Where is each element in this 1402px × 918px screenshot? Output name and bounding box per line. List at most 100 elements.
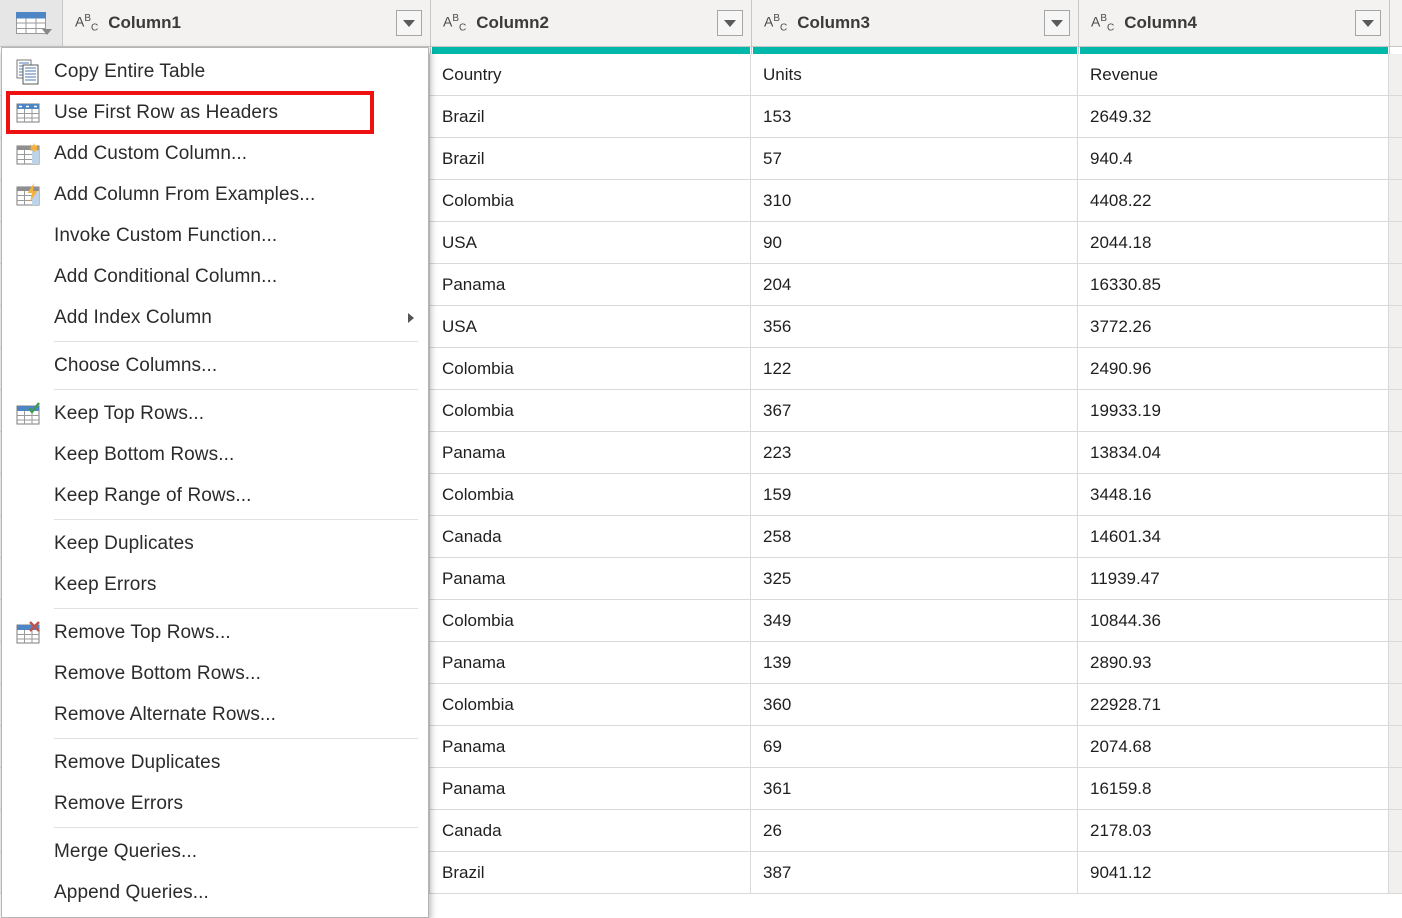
table-cell[interactable]: 26 — [751, 810, 1078, 851]
table-cell[interactable]: 19933.19 — [1078, 390, 1389, 431]
menu-item-append-queries[interactable]: Append Queries... — [2, 872, 428, 913]
table-cell[interactable]: 153 — [751, 96, 1078, 137]
row-gutter — [1389, 180, 1402, 221]
table-cell[interactable]: 9041.12 — [1078, 852, 1389, 893]
chevron-right-icon — [408, 313, 414, 323]
menu-item-remove-duplicates[interactable]: Remove Duplicates — [2, 742, 428, 783]
quality-gutter — [1390, 47, 1402, 54]
table-cell[interactable]: 349 — [751, 600, 1078, 641]
table-cell[interactable]: 69 — [751, 726, 1078, 767]
column-filter-button-column3[interactable] — [1044, 10, 1070, 36]
table-cell[interactable]: Panama — [430, 264, 751, 305]
table-cell[interactable]: Panama — [430, 558, 751, 599]
table-cell[interactable]: 159 — [751, 474, 1078, 515]
menu-item-keep-range-of-rows[interactable]: Keep Range of Rows... — [2, 475, 428, 516]
table-cell[interactable]: 2490.96 — [1078, 348, 1389, 389]
table-cell[interactable]: Panama — [430, 768, 751, 809]
table-cell[interactable]: Brazil — [430, 138, 751, 179]
column-header-column3[interactable]: ABC Column3 — [752, 0, 1079, 46]
table-cell[interactable]: Units — [751, 54, 1078, 95]
table-cell[interactable]: 360 — [751, 684, 1078, 725]
chevron-down-icon — [724, 20, 736, 27]
table-cell[interactable]: 16159.8 — [1078, 768, 1389, 809]
column-filter-button-column2[interactable] — [717, 10, 743, 36]
menu-item-keep-top-rows[interactable]: Keep Top Rows... — [2, 393, 428, 434]
menu-item-keep-errors[interactable]: Keep Errors — [2, 564, 428, 605]
table-cell[interactable]: 11939.47 — [1078, 558, 1389, 599]
menu-item-remove-alternate-rows[interactable]: Remove Alternate Rows... — [2, 694, 428, 735]
menu-item-remove-top-rows[interactable]: Remove Top Rows... — [2, 612, 428, 653]
table-cell[interactable]: 16330.85 — [1078, 264, 1389, 305]
table-cell[interactable]: 204 — [751, 264, 1078, 305]
table-context-menu[interactable]: Copy Entire TableUse First Row as Header… — [1, 47, 429, 918]
menu-item-remove-bottom-rows[interactable]: Remove Bottom Rows... — [2, 653, 428, 694]
table-cell[interactable]: Colombia — [430, 474, 751, 515]
table-cell[interactable]: Canada — [430, 810, 751, 851]
row-gutter — [1389, 54, 1402, 95]
table-cell[interactable]: 223 — [751, 432, 1078, 473]
table-cell[interactable]: 356 — [751, 306, 1078, 347]
menu-item-add-custom-column[interactable]: Add Custom Column... — [2, 133, 428, 174]
menu-item-label: Keep Bottom Rows... — [54, 444, 234, 466]
menu-item-add-index-column[interactable]: Add Index Column — [2, 297, 428, 338]
table-cell[interactable]: 22928.71 — [1078, 684, 1389, 725]
add-column-examples-icon — [2, 182, 54, 208]
table-cell[interactable]: Colombia — [430, 600, 751, 641]
menu-item-label: Remove Bottom Rows... — [54, 663, 261, 685]
table-cell[interactable]: Colombia — [430, 390, 751, 431]
table-cell[interactable]: 2074.68 — [1078, 726, 1389, 767]
table-cell[interactable]: 4408.22 — [1078, 180, 1389, 221]
table-cell[interactable]: 3448.16 — [1078, 474, 1389, 515]
table-cell[interactable]: 10844.36 — [1078, 600, 1389, 641]
table-cell[interactable]: Colombia — [430, 684, 751, 725]
menu-item-add-conditional-column[interactable]: Add Conditional Column... — [2, 256, 428, 297]
table-cell[interactable]: 310 — [751, 180, 1078, 221]
table-cell[interactable]: USA — [430, 222, 751, 263]
menu-item-merge-queries[interactable]: Merge Queries... — [2, 831, 428, 872]
table-cell[interactable]: USA — [430, 306, 751, 347]
table-cell[interactable]: 387 — [751, 852, 1078, 893]
menu-item-invoke-custom-function[interactable]: Invoke Custom Function... — [2, 215, 428, 256]
column-filter-button-column4[interactable] — [1355, 10, 1381, 36]
table-cell[interactable]: Panama — [430, 432, 751, 473]
table-cell[interactable]: 367 — [751, 390, 1078, 431]
menu-separator — [54, 389, 418, 390]
menu-item-add-column-from-examples[interactable]: Add Column From Examples... — [2, 174, 428, 215]
column-header-column4[interactable]: ABC Column4 — [1079, 0, 1390, 46]
menu-item-keep-duplicates[interactable]: Keep Duplicates — [2, 523, 428, 564]
column-filter-button-column1[interactable] — [396, 10, 422, 36]
table-cell[interactable]: Revenue — [1078, 54, 1389, 95]
table-cell[interactable]: 2649.32 — [1078, 96, 1389, 137]
table-cell[interactable]: 122 — [751, 348, 1078, 389]
table-cell[interactable]: 14601.34 — [1078, 516, 1389, 557]
table-cell[interactable]: Panama — [430, 642, 751, 683]
table-cell[interactable]: 325 — [751, 558, 1078, 599]
menu-item-choose-columns[interactable]: Choose Columns... — [2, 345, 428, 386]
table-cell[interactable]: 361 — [751, 768, 1078, 809]
menu-item-remove-errors[interactable]: Remove Errors — [2, 783, 428, 824]
keep-rows-icon — [2, 401, 54, 427]
table-cell[interactable]: Colombia — [430, 348, 751, 389]
table-cell[interactable]: Panama — [430, 726, 751, 767]
table-cell[interactable]: Brazil — [430, 852, 751, 893]
table-cell[interactable]: 57 — [751, 138, 1078, 179]
menu-item-use-first-row-as-headers[interactable]: Use First Row as Headers — [2, 92, 428, 133]
column-header-column2[interactable]: ABC Column2 — [431, 0, 752, 46]
menu-item-copy-entire-table[interactable]: Copy Entire Table — [2, 51, 428, 92]
table-cell[interactable]: 139 — [751, 642, 1078, 683]
select-all-corner-button[interactable] — [0, 0, 63, 46]
table-cell[interactable]: 940.4 — [1078, 138, 1389, 179]
table-cell[interactable]: Colombia — [430, 180, 751, 221]
table-cell[interactable]: Country — [430, 54, 751, 95]
table-cell[interactable]: 3772.26 — [1078, 306, 1389, 347]
table-cell[interactable]: Brazil — [430, 96, 751, 137]
table-cell[interactable]: Canada — [430, 516, 751, 557]
table-cell[interactable]: 2178.03 — [1078, 810, 1389, 851]
menu-item-keep-bottom-rows[interactable]: Keep Bottom Rows... — [2, 434, 428, 475]
table-cell[interactable]: 2890.93 — [1078, 642, 1389, 683]
table-cell[interactable]: 13834.04 — [1078, 432, 1389, 473]
column-header-column1[interactable]: ABC Column1 — [63, 0, 431, 46]
table-cell[interactable]: 258 — [751, 516, 1078, 557]
table-cell[interactable]: 2044.18 — [1078, 222, 1389, 263]
table-cell[interactable]: 90 — [751, 222, 1078, 263]
